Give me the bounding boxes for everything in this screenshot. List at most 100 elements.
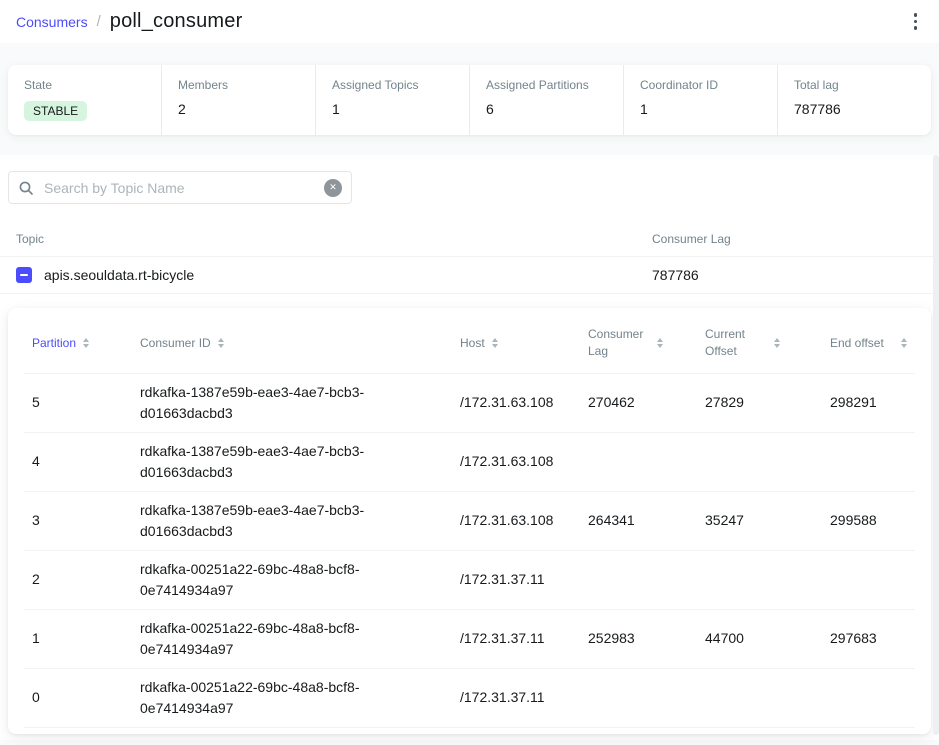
partition-cell: 5 — [24, 373, 132, 433]
metric-label: Assigned Partitions — [486, 78, 589, 92]
consumer-id-cell: rdkafka-1387e59b-eae3-4ae7-bcb3-d01663da… — [132, 491, 452, 551]
metric-coordinator-id: Coordinator ID 1 — [624, 65, 778, 135]
minus-icon — [20, 274, 28, 276]
topic-name[interactable]: apis.seouldata.rt-bicycle — [44, 267, 194, 283]
metric-value: 1 — [332, 101, 340, 117]
consumer-id-cell: rdkafka-00251a22-69bc-48a8-bcf8-0e741493… — [132, 609, 452, 669]
end-offset-cell: 298291 — [822, 373, 915, 433]
partition-row: 1 rdkafka-00251a22-69bc-48a8-bcf8-0e7414… — [24, 609, 915, 669]
consumer-lag-cell — [580, 432, 697, 492]
partition-row: 3 rdkafka-1387e59b-eae3-4ae7-bcb3-d01663… — [24, 491, 915, 551]
topic-row[interactable]: apis.seouldata.rt-bicycle 787786 — [0, 257, 939, 294]
partition-row: 5 rdkafka-1387e59b-eae3-4ae7-bcb3-d01663… — [24, 373, 915, 433]
search-icon — [19, 181, 33, 195]
partition-cell: 4 — [24, 432, 132, 492]
partition-cell: 3 — [24, 491, 132, 551]
partition-row: 2 rdkafka-00251a22-69bc-48a8-bcf8-0e7414… — [24, 550, 915, 610]
current-offset-cell: 44700 — [697, 609, 822, 669]
partitions-card: Partition Consumer ID Host Consumer Lag — [8, 308, 931, 734]
scrollbar-track[interactable] — [933, 155, 939, 735]
metric-value: 1 — [640, 101, 648, 117]
sort-header-current-offset[interactable]: Current Offset — [697, 312, 822, 374]
partitions-table: Partition Consumer ID Host Consumer Lag — [24, 312, 915, 728]
partition-cell: 0 — [24, 668, 132, 728]
current-offset-cell — [697, 668, 822, 728]
topics-table-header: Topic Consumer Lag — [0, 228, 939, 257]
topics-table: Topic Consumer Lag apis.seouldata.rt-bic… — [0, 228, 939, 294]
consumer-id-cell: rdkafka-1387e59b-eae3-4ae7-bcb3-d01663da… — [132, 432, 452, 492]
sort-icon — [901, 338, 907, 349]
breadcrumb-separator: / — [96, 13, 101, 30]
collapse-topic-checkbox[interactable] — [16, 267, 32, 283]
metric-assigned-topics: Assigned Topics 1 — [316, 65, 470, 135]
metric-label: Coordinator ID — [640, 78, 719, 92]
current-offset-cell: 35247 — [697, 491, 822, 551]
content: ✕ Topic Consumer Lag apis.seouldata.rt-b… — [0, 155, 939, 740]
sort-header-partition[interactable]: Partition — [24, 312, 132, 374]
end-offset-cell — [822, 550, 915, 610]
search-box: ✕ — [8, 171, 352, 204]
sort-icon — [217, 338, 224, 349]
host-cell: /172.31.37.11 — [452, 550, 580, 610]
breadcrumb: Consumers / poll_consumer — [16, 10, 242, 33]
partition-row: 4 rdkafka-1387e59b-eae3-4ae7-bcb3-d01663… — [24, 432, 915, 492]
metric-value: 2 — [178, 101, 186, 117]
consumer-lag-cell — [580, 668, 697, 728]
consumer-lag-cell: 252983 — [580, 609, 697, 669]
sort-header-consumer-lag[interactable]: Consumer Lag — [580, 312, 697, 374]
consumer-lag-cell: 270462 — [580, 373, 697, 433]
kebab-menu-icon — [913, 13, 917, 30]
sort-icon — [491, 338, 498, 349]
metrics-strip: State STABLE Members 2 Assigned Topics 1… — [0, 43, 939, 155]
metric-label: Members — [178, 78, 229, 92]
end-offset-cell — [822, 668, 915, 728]
metric-assigned-partitions: Assigned Partitions 6 — [470, 65, 624, 135]
metric-label: State — [24, 78, 53, 92]
consumer-lag-cell — [580, 550, 697, 610]
search-input[interactable] — [42, 178, 316, 197]
sort-header-host[interactable]: Host — [452, 312, 580, 374]
search-row: ✕ — [0, 155, 939, 214]
metric-members: Members 2 — [162, 65, 316, 135]
partition-cell: 1 — [24, 609, 132, 669]
end-offset-cell: 297683 — [822, 609, 915, 669]
current-offset-cell: 27829 — [697, 373, 822, 433]
consumer-group-menu-button[interactable] — [908, 8, 924, 35]
host-cell: /172.31.37.11 — [452, 668, 580, 728]
metric-label: Total lag — [794, 78, 839, 92]
consumer-id-cell: rdkafka-1387e59b-eae3-4ae7-bcb3-d01663da… — [132, 373, 452, 433]
partitions-header-row: Partition Consumer ID Host Consumer Lag — [24, 312, 915, 374]
topics-header-consumer-lag: Consumer Lag — [652, 232, 731, 246]
partition-cell: 2 — [24, 550, 132, 610]
sort-header-consumer-id[interactable]: Consumer ID — [132, 312, 452, 374]
sort-header-end-offset[interactable]: End offset — [822, 312, 915, 374]
consumer-id-cell: rdkafka-00251a22-69bc-48a8-bcf8-0e741493… — [132, 668, 452, 728]
sort-icon — [774, 338, 780, 349]
consumer-id-cell: rdkafka-00251a22-69bc-48a8-bcf8-0e741493… — [132, 550, 452, 610]
topic-consumer-lag-value: 787786 — [652, 267, 699, 283]
breadcrumb-consumers-link[interactable]: Consumers — [16, 14, 88, 30]
sort-icon — [83, 338, 90, 349]
metric-total-lag: Total lag 787786 — [778, 65, 931, 135]
host-cell: /172.31.63.108 — [452, 373, 580, 433]
page-header: Consumers / poll_consumer — [0, 0, 939, 43]
sort-icon — [657, 338, 663, 349]
topics-header-topic: Topic — [16, 232, 45, 246]
metric-value: 6 — [486, 101, 494, 117]
end-offset-cell — [822, 432, 915, 492]
metrics-card: State STABLE Members 2 Assigned Topics 1… — [8, 65, 931, 135]
consumer-lag-cell: 264341 — [580, 491, 697, 551]
host-cell: /172.31.63.108 — [452, 432, 580, 492]
clear-search-icon[interactable]: ✕ — [324, 178, 342, 197]
partition-row: 0 rdkafka-00251a22-69bc-48a8-bcf8-0e7414… — [24, 668, 915, 728]
state-badge: STABLE — [24, 101, 88, 121]
host-cell: /172.31.37.11 — [452, 609, 580, 669]
end-offset-cell: 299588 — [822, 491, 915, 551]
host-cell: /172.31.63.108 — [452, 491, 580, 551]
page-title: poll_consumer — [109, 10, 243, 32]
metric-label: Assigned Topics — [332, 78, 419, 92]
metric-state: State STABLE — [8, 65, 162, 135]
metric-value: 787786 — [794, 101, 841, 117]
current-offset-cell — [697, 432, 822, 492]
current-offset-cell — [697, 550, 822, 610]
